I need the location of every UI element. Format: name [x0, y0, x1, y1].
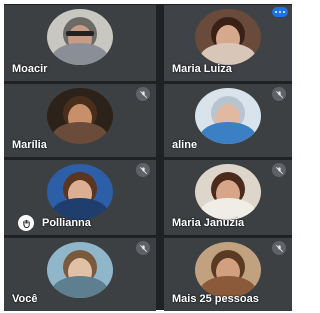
participant-tile-maria-januzia[interactable]: Maria Januzia — [164, 160, 292, 235]
participant-tile-pollianna[interactable]: Pollianna — [4, 160, 156, 235]
participant-tile-self[interactable]: Você — [4, 238, 156, 311]
avatar — [195, 88, 261, 144]
participant-name: Moacir — [12, 63, 48, 75]
participant-name: Marília — [12, 139, 47, 151]
mic-off-icon — [272, 241, 286, 255]
participant-tile-moacir[interactable]: Moacir — [4, 5, 156, 81]
avatar — [47, 242, 113, 298]
participant-tile-aline[interactable]: aline — [164, 84, 292, 157]
avatar — [195, 9, 261, 65]
participant-name: Pollianna — [42, 217, 91, 229]
avatar — [195, 242, 261, 298]
participant-tile-maria-luiza[interactable]: Maria Luiza — [164, 5, 292, 81]
more-participants-label: Mais 25 pessoas — [172, 293, 259, 305]
audio-level-icon — [272, 7, 288, 17]
participant-name: Maria Luiza — [172, 63, 232, 75]
mic-off-icon — [136, 87, 150, 101]
mic-off-icon — [136, 163, 150, 177]
avatar — [195, 164, 261, 220]
mic-off-icon — [272, 163, 286, 177]
participant-grid: Moacir Maria Luiza Marília aline Pollian… — [4, 4, 292, 311]
participant-name: Maria Januzia — [172, 217, 245, 229]
participant-name: Você — [12, 293, 38, 305]
raised-hand-icon — [18, 215, 34, 231]
mic-off-icon — [272, 87, 286, 101]
mic-off-icon — [136, 241, 150, 255]
avatar — [47, 88, 113, 144]
participant-tile-marilia[interactable]: Marília — [4, 84, 156, 157]
more-participants-tile[interactable]: Mais 25 pessoas — [164, 238, 292, 311]
avatar — [47, 164, 113, 220]
participant-name: aline — [172, 139, 198, 151]
avatar — [47, 9, 113, 65]
